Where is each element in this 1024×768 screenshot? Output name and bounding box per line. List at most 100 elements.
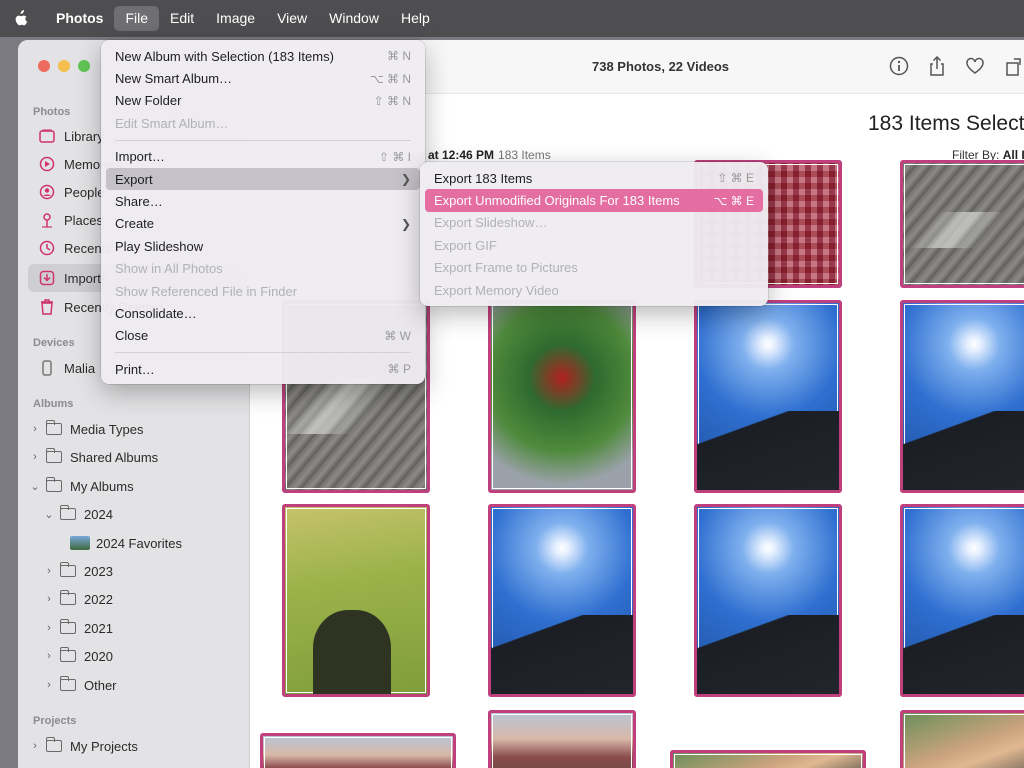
folder-icon — [59, 647, 76, 662]
menu-item-print[interactable]: Print… ⌘ P — [106, 358, 420, 380]
menu-item-new-smart-album[interactable]: New Smart Album… ⌥ ⌘ N — [106, 67, 420, 89]
import-time: at 12:46 PM — [428, 148, 495, 162]
menu-help[interactable]: Help — [390, 6, 441, 31]
chevron-right-icon[interactable]: › — [42, 650, 56, 662]
menu-item-play-slideshow[interactable]: Play Slideshow — [106, 235, 420, 257]
menu-separator — [115, 139, 411, 141]
photo-thumbnail[interactable] — [260, 733, 456, 768]
folder-icon — [45, 420, 62, 435]
photo-thumbnail[interactable] — [694, 300, 842, 493]
photo-thumbnail[interactable] — [488, 504, 636, 697]
menu-item-shortcut: ⌥ ⌘ N — [369, 71, 411, 86]
menu-photos[interactable]: Photos — [45, 6, 114, 31]
photo-thumbnail[interactable] — [900, 710, 1024, 768]
rotate-icon[interactable] — [1004, 55, 1024, 77]
sidebar-item-label: 2023 — [84, 563, 113, 579]
sidebar-item-media-types[interactable]: › Media Types — [28, 415, 242, 443]
sidebar-item-label: Shared Albums — [70, 449, 159, 465]
folder-icon — [45, 737, 62, 752]
menu-item-label: New Folder — [115, 93, 182, 109]
sidebar-item-label: 2024 Favorites — [96, 535, 182, 551]
menu-edit[interactable]: Edit — [159, 6, 205, 31]
sidebar-item-other[interactable]: › Other — [42, 671, 256, 699]
menu-item-label: Share… — [115, 194, 163, 210]
sidebar-item-label: 2020 — [84, 648, 113, 664]
heart-icon[interactable] — [964, 55, 986, 77]
menu-view[interactable]: View — [266, 6, 318, 31]
zoom-window-button[interactable] — [78, 60, 90, 72]
photo-thumbnail[interactable] — [488, 710, 636, 768]
menu-item-export-memory-video: Export Memory Video — [425, 279, 763, 301]
minimize-window-button[interactable] — [58, 60, 70, 72]
chevron-right-icon[interactable]: › — [28, 451, 42, 463]
sidebar-item-2023[interactable]: › 2023 — [42, 557, 256, 585]
chevron-right-icon[interactable]: › — [42, 622, 56, 634]
chevron-right-icon[interactable]: › — [28, 740, 42, 752]
album-thumbnail — [70, 536, 90, 550]
menu-item-export-items[interactable]: Export 183 Items ⇧ ⌘ E — [425, 167, 763, 189]
menu-item-shortcut: ⌘ P — [387, 362, 411, 377]
menu-item-new-folder[interactable]: New Folder ⇧ ⌘ N — [106, 90, 420, 112]
sidebar-item-label: 2024 — [84, 506, 113, 522]
menu-item-new-album-with-selection[interactable]: New Album with Selection (183 Items) ⌘ N — [106, 45, 420, 67]
menu-item-show-in-all-photos: Show in All Photos — [106, 258, 420, 280]
menu-item-label: Show Referenced File in Finder — [115, 283, 298, 299]
folder-icon — [59, 676, 76, 691]
menu-item-share[interactable]: Share… — [106, 190, 420, 212]
menu-item-consolidate[interactable]: Consolidate… — [106, 302, 420, 324]
menu-item-import[interactable]: Import… ⇧ ⌘ I — [106, 146, 420, 168]
folder-icon — [59, 590, 76, 605]
menu-item-close[interactable]: Close ⌘ W — [106, 325, 420, 347]
photo-thumbnail[interactable] — [670, 750, 866, 768]
chevron-down-icon[interactable]: ⌄ — [42, 508, 56, 521]
sidebar-item-2020[interactable]: › 2020 — [42, 642, 256, 670]
library-count-title: 738 Photos, 22 Videos — [592, 59, 730, 74]
menu-item-shortcut: ⇧ ⌘ E — [717, 171, 754, 186]
menu-item-edit-smart-album: Edit Smart Album… — [106, 112, 420, 134]
share-icon[interactable] — [926, 55, 948, 77]
import-date: at 12:46 PM 183 Items — [428, 148, 551, 162]
menu-item-export-unmodified-originals[interactable]: Export Unmodified Originals For 183 Item… — [425, 189, 763, 212]
sidebar-item-2022[interactable]: › 2022 — [42, 585, 256, 613]
info-icon[interactable] — [888, 55, 910, 77]
photo-thumbnail[interactable] — [900, 504, 1024, 697]
folder-icon — [59, 619, 76, 634]
menu-item-create[interactable]: Create ❯ — [106, 213, 420, 235]
section-photos: Photos — [33, 106, 71, 118]
sidebar-item-label: Library — [64, 128, 104, 144]
sidebar-item-shared-albums[interactable]: › Shared Albums — [28, 443, 242, 471]
sidebar-item-my-albums[interactable]: ⌄ My Albums — [28, 472, 242, 500]
sidebar-item-my-projects[interactable]: › My Projects — [28, 732, 242, 760]
menu-item-label: New Smart Album… — [115, 71, 233, 87]
photo-thumbnail[interactable] — [488, 300, 636, 493]
chevron-right-icon[interactable]: › — [42, 679, 56, 691]
menu-item-export[interactable]: Export ❯ — [106, 167, 420, 191]
library-icon — [38, 127, 56, 145]
sidebar-item-2021[interactable]: › 2021 — [42, 614, 256, 642]
menu-item-label: Print… — [115, 361, 155, 377]
chevron-right-icon[interactable]: › — [42, 565, 56, 577]
chevron-right-icon[interactable]: › — [42, 593, 56, 605]
sidebar-item-2024[interactable]: ⌄ 2024 — [42, 500, 256, 528]
photo-thumbnail[interactable] — [900, 300, 1024, 493]
photo-thumbnail[interactable] — [900, 160, 1024, 288]
photo-thumbnail[interactable] — [282, 504, 430, 697]
menu-file[interactable]: File — [114, 6, 160, 31]
menu-item-label: Create — [115, 216, 155, 232]
photo-thumbnail[interactable] — [694, 504, 842, 697]
menu-item-label: Show in All Photos — [115, 261, 223, 277]
menu-window[interactable]: Window — [318, 6, 390, 31]
chevron-down-icon[interactable]: ⌄ — [28, 480, 42, 493]
menu-item-shortcut: ⇧ ⌘ N — [373, 93, 411, 108]
sidebar-item-label: 2022 — [84, 591, 113, 607]
section-albums: Albums — [33, 398, 74, 410]
close-window-button[interactable] — [38, 60, 50, 72]
menu-item-export-gif: Export GIF — [425, 234, 763, 256]
menu-item-label: Export Memory Video — [434, 282, 559, 298]
menu-item-label: Export — [115, 171, 153, 187]
apple-logo-icon[interactable] — [13, 9, 29, 28]
chevron-right-icon[interactable]: › — [28, 423, 42, 435]
menu-item-export-slideshow: Export Slideshow… — [425, 212, 763, 234]
menu-image[interactable]: Image — [205, 6, 266, 31]
chevron-right-icon: ❯ — [400, 216, 411, 231]
